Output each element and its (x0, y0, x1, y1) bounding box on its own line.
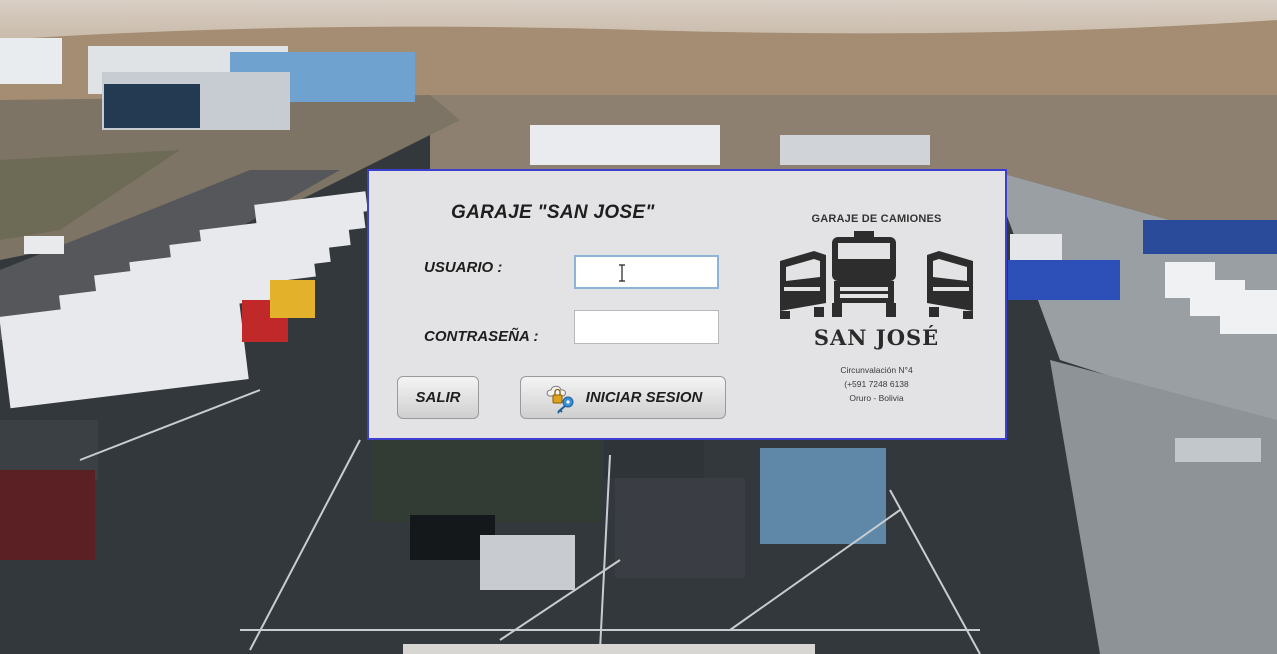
logo-address: Circunvalación N°4 (840, 365, 913, 375)
bottom-edge-bar (403, 644, 815, 654)
logo-company-name: SAN JOSÉ (813, 325, 940, 350)
username-label: USUARIO : (424, 259, 503, 276)
password-input[interactable] (574, 310, 719, 344)
logo-top-text: GARAJE DE CAMIONES (811, 213, 942, 225)
key-lock-icon (546, 385, 574, 414)
username-input[interactable] (574, 255, 719, 289)
logo-phone: (+591 7248 6138 (844, 379, 909, 389)
text-cursor-icon (619, 264, 625, 282)
trucks-logo-icon (780, 231, 973, 319)
login-button[interactable]: INICIAR SESION (520, 376, 726, 419)
login-dialog: GARAJE "SAN JOSE" USUARIO : CONTRASEÑA :… (367, 169, 1007, 440)
company-logo: GARAJE DE CAMIONES SAN JOSÉ Circunvalaci… (774, 209, 979, 409)
exit-button-label: SALIR (415, 389, 461, 406)
logo-city: Oruro - Bolivia (849, 393, 904, 403)
dialog-title: GARAJE "SAN JOSE" (451, 202, 655, 223)
login-button-label: INICIAR SESION (585, 389, 703, 406)
exit-button[interactable]: SALIR (397, 376, 479, 419)
password-label: CONTRASEÑA : (424, 328, 539, 345)
